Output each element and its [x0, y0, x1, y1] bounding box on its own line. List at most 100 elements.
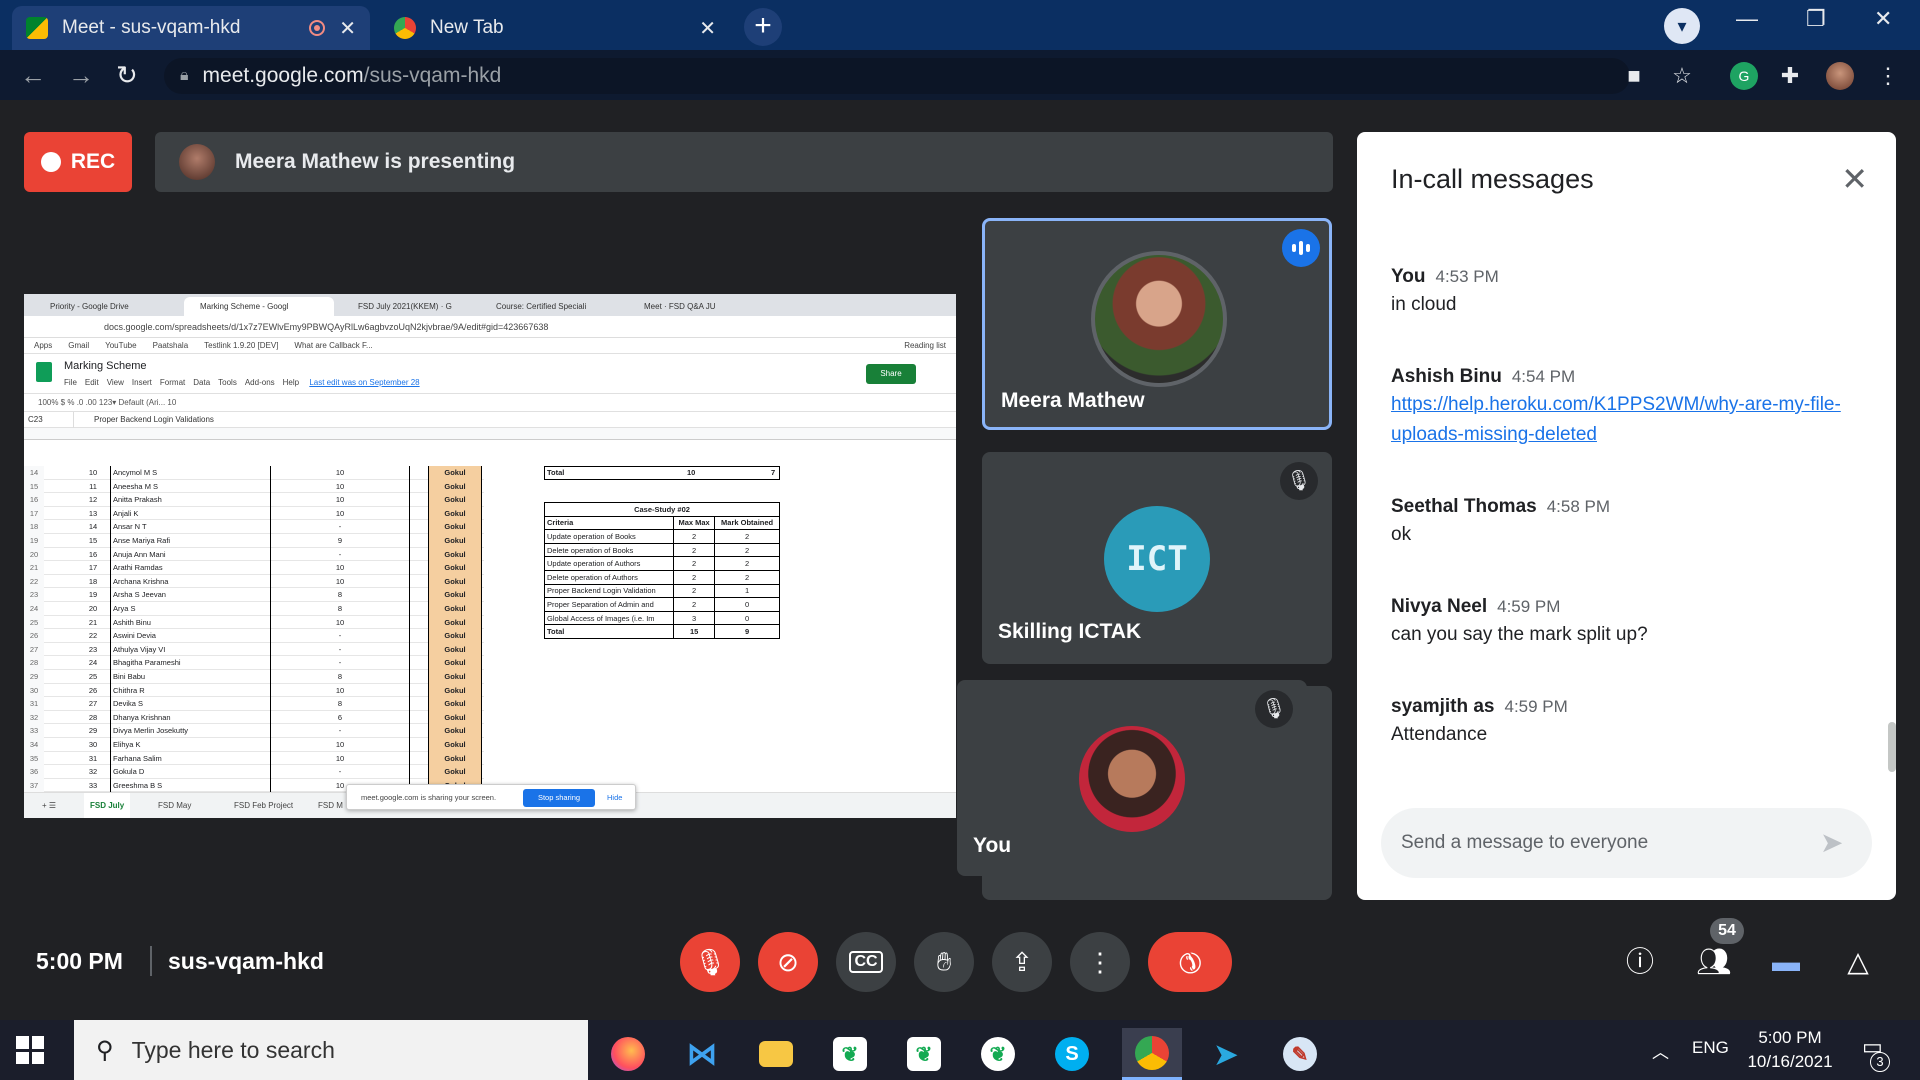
chrome-app[interactable]	[1122, 1028, 1182, 1080]
table-cell: 37	[24, 778, 44, 793]
clock-date: 10/16/2021	[1747, 1052, 1833, 1071]
table-row: 35 31 Farhana Salim 10 Gokul	[24, 751, 484, 766]
vscode-app[interactable]: ⋈	[672, 1028, 732, 1080]
meeting-code: sus-vqam-hkd	[168, 948, 324, 974]
table-cell: Gokula D	[110, 765, 270, 779]
table-cell: 35	[24, 751, 44, 766]
table-cell: 18	[88, 576, 98, 586]
mic-off-icon: 🎙︎	[1280, 462, 1318, 500]
table-cell: 9	[270, 534, 410, 548]
table-cell: 15	[24, 479, 44, 494]
meeting-details-icon[interactable]: ⓘ	[1620, 942, 1660, 982]
skype-app[interactable]: S	[1042, 1028, 1102, 1080]
table-cell: 10	[270, 751, 410, 766]
extensions-puzzle-icon[interactable]: ✚	[1776, 62, 1804, 90]
chrome-menu-icon[interactable]: ⋮	[1874, 62, 1902, 90]
language-indicator[interactable]: ENG	[1692, 1038, 1729, 1058]
tray-expand-icon[interactable]: ︿	[1652, 1038, 1669, 1063]
paint-app[interactable]: ✎	[1270, 1028, 1330, 1080]
system-clock[interactable]: 5:00 PM 10/16/2021	[1740, 1026, 1840, 1074]
mongodb-compass-app[interactable]: ❦	[968, 1028, 1028, 1080]
table-cell: Update operation of Authors	[543, 556, 675, 571]
present-button[interactable]: ⇪	[992, 932, 1052, 992]
presenter-avatar	[179, 144, 215, 180]
menu-item: Insert	[131, 378, 152, 387]
table-cell: Gokul	[428, 520, 482, 534]
back-icon[interactable]: ←	[20, 60, 46, 91]
restore-icon[interactable]: ❐	[1806, 6, 1826, 32]
tab-meet[interactable]: Meet - sus-vqam-hkd ✕	[12, 6, 370, 50]
table-cell: Bini Babu	[110, 670, 270, 684]
taskbar-search[interactable]: ⚲	[74, 1020, 588, 1080]
last-edit-link: Last edit was on September 28	[309, 378, 420, 387]
chat-icon[interactable]: ▬	[1766, 942, 1806, 982]
more-options-button[interactable]: ⋮	[1070, 932, 1130, 992]
chat-message: syamjith as 4:59 PM Attendance	[1391, 696, 1851, 750]
bookmark-star-icon[interactable]: ☆	[1668, 62, 1696, 90]
reload-icon[interactable]: ↻	[116, 60, 138, 91]
table-cell: Archana Krishna	[110, 574, 270, 589]
mongodb-app-1[interactable]: ❦	[820, 1028, 880, 1080]
table-cell: 24	[24, 602, 44, 616]
table-cell: 18	[24, 520, 44, 534]
participant-count-badge: 54	[1710, 918, 1744, 944]
camera-icon[interactable]: ■	[1620, 62, 1648, 90]
minimize-icon[interactable]: —	[1736, 6, 1758, 32]
participant-name: Meera Mathew	[1001, 389, 1145, 412]
tab-new-tab[interactable]: New Tab ✕	[380, 6, 730, 50]
table-cell: 28	[88, 712, 98, 722]
table-cell: Devika S	[110, 697, 270, 711]
table-cell: Gokul	[428, 724, 482, 738]
table-cell: 14	[88, 522, 98, 532]
mic-toggle-button[interactable]: 🎙︎	[680, 932, 740, 992]
table-row: 31 27 Devika S 8 Gokul	[24, 697, 484, 711]
table-cell: 10	[270, 574, 410, 589]
participant-tile-ictak[interactable]: ICT 🎙︎ Skilling ICTAK	[982, 452, 1332, 664]
tab-search-icon[interactable]: ▾	[1664, 8, 1700, 44]
total-row: Total 10 7	[544, 466, 780, 480]
table-row: 36 32 Gokula D - Gokul	[24, 765, 484, 779]
send-icon[interactable]: ➤	[1820, 828, 1850, 858]
message-link[interactable]: https://help.heroku.com/K1PPS2WM/why-are…	[1391, 390, 1851, 450]
table-row: Global Access of Images (i.e. Im 3 0	[543, 610, 780, 626]
tab-close-icon[interactable]: ✕	[699, 16, 716, 41]
participant-name: You	[973, 834, 1012, 857]
activities-icon[interactable]: △	[1838, 942, 1878, 982]
participant-tile-you[interactable]: 🎙︎ You	[957, 680, 1307, 876]
profile-avatar[interactable]	[1826, 62, 1854, 90]
table-cell: -	[270, 520, 410, 534]
column-headers	[24, 428, 956, 440]
address-bar[interactable]: 🔒︎ meet.google.com/sus-vqam-hkd	[164, 58, 1630, 94]
table-cell: -	[270, 765, 410, 779]
close-icon[interactable]: ✕	[1841, 160, 1868, 198]
telegram-app[interactable]: ➤	[1196, 1028, 1256, 1080]
captions-button[interactable]: CC	[836, 932, 896, 992]
recording-badge: REC	[24, 132, 132, 192]
participant-tile-meera[interactable]: Meera Mathew	[982, 218, 1332, 430]
extension-grammarly-icon[interactable]: G	[1730, 62, 1758, 90]
camera-toggle-button[interactable]: ⊘	[758, 932, 818, 992]
tab-close-icon[interactable]: ✕	[339, 16, 356, 41]
table-row: 32 28 Dhanya Krishnan 6 Gokul	[24, 710, 484, 725]
chat-message-input[interactable]	[1401, 832, 1801, 854]
leave-call-button[interactable]: ✆	[1148, 932, 1232, 992]
table-row: Proper Backend Login Validation 2 1	[543, 583, 780, 599]
windows-start-icon[interactable]	[16, 1036, 44, 1064]
table-cell: 10	[270, 561, 410, 575]
firefox-app[interactable]	[598, 1028, 658, 1080]
people-icon[interactable]: 👥︎	[1694, 942, 1734, 982]
message-sender: You	[1391, 266, 1426, 287]
table-cell: 17	[24, 506, 44, 521]
new-tab-button[interactable]: +	[744, 8, 782, 46]
mongodb-app-2[interactable]: ❦	[894, 1028, 954, 1080]
chat-message: You 4:53 PM in cloud	[1391, 266, 1851, 320]
file-explorer-app[interactable]	[746, 1028, 806, 1080]
doc-title: Marking Scheme	[64, 360, 147, 372]
table-cell: Gokul	[428, 479, 482, 494]
table-cell: Farhana Salim	[110, 751, 270, 766]
raise-hand-button[interactable]: ✋︎	[914, 932, 974, 992]
chat-scrollbar[interactable]	[1888, 722, 1896, 772]
window-close-icon[interactable]: ✕	[1874, 6, 1892, 32]
forward-icon[interactable]: →	[68, 60, 94, 91]
taskbar-search-input[interactable]	[131, 1036, 512, 1064]
